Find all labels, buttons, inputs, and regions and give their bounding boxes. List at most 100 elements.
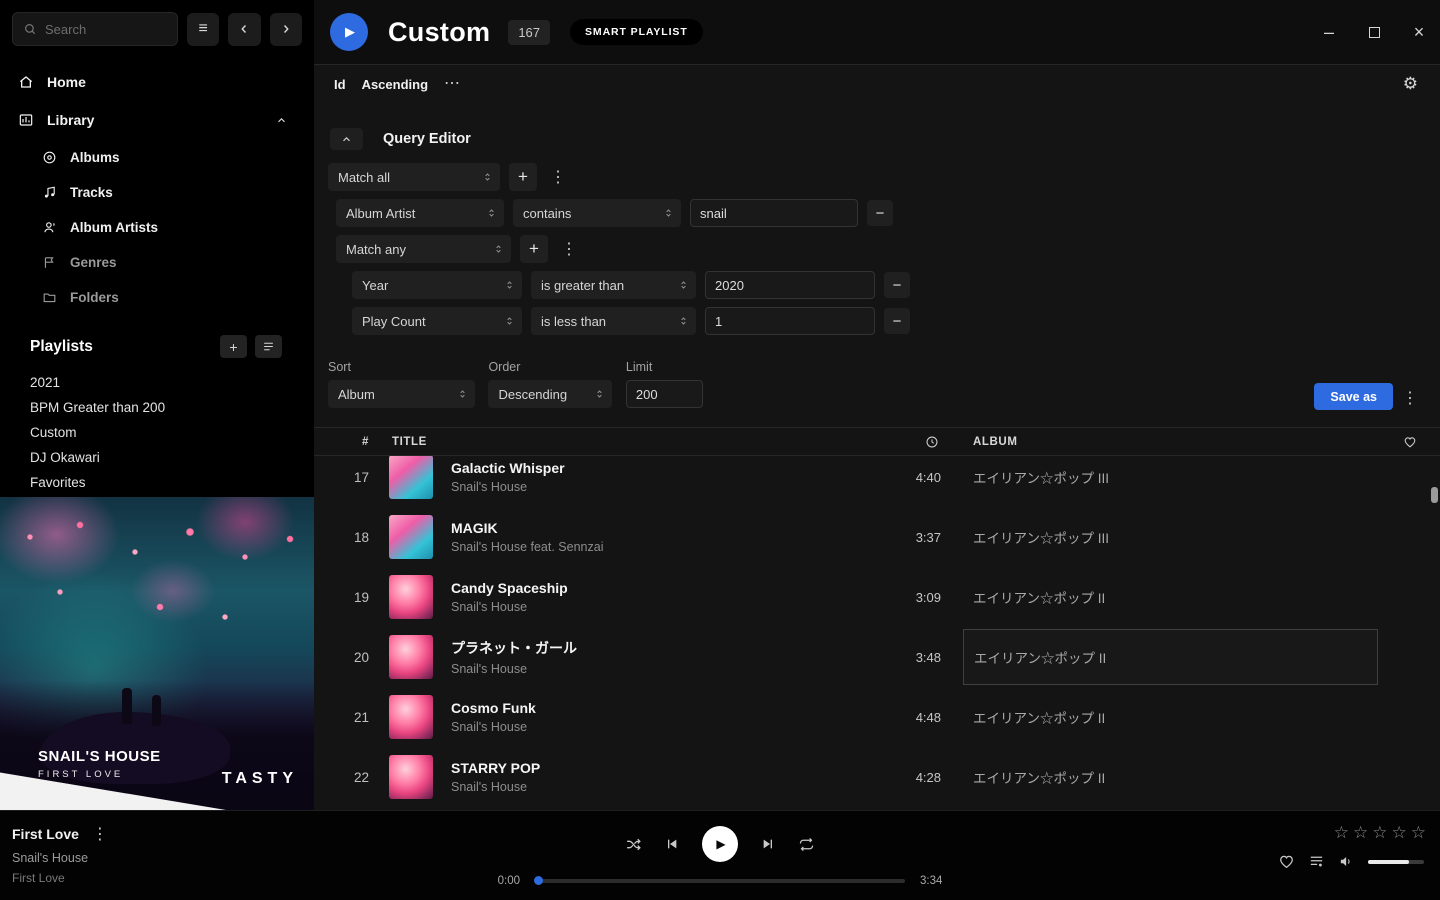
hamburger-icon: ≡ (198, 20, 207, 38)
now-playing-menu-button[interactable]: ⋮ (92, 824, 108, 844)
shuffle-button[interactable] (625, 836, 642, 853)
table-row[interactable]: 19 Candy Spaceship Snail's House 3:09 エイ… (314, 567, 1440, 627)
star-icon[interactable]: ☆ (1353, 823, 1368, 843)
rule-field-select[interactable]: Album Artist (336, 199, 504, 227)
close-button[interactable]: × (1410, 24, 1428, 42)
save-as-button[interactable]: Save as (1314, 383, 1393, 410)
favorite-cell[interactable] (1380, 507, 1440, 567)
track-album[interactable]: エイリアン☆ポップ II (947, 747, 1380, 807)
header-index[interactable]: # (314, 436, 389, 448)
settings-button[interactable]: ⚙ (1403, 74, 1418, 94)
maximize-button[interactable] (1365, 24, 1383, 42)
table-row[interactable]: 20 プラネット・ガール Snail's House 3:48 エイリアン☆ポッ… (314, 627, 1440, 687)
group-rule-value-input[interactable] (705, 271, 875, 299)
volume-slider[interactable] (1368, 860, 1424, 864)
group-menu-button[interactable]: ⋮ (557, 239, 581, 259)
add-playlist-button[interactable]: + (220, 335, 247, 358)
play-pause-button[interactable]: ▶ (702, 826, 738, 862)
table-row[interactable]: 22 STARRY POP Snail's House 4:28 エイリアン☆ポ… (314, 747, 1440, 807)
sidebar-item-home[interactable]: Home (18, 70, 296, 94)
repeat-button[interactable] (798, 836, 815, 853)
sidebar-item-albums[interactable]: Albums (42, 146, 296, 169)
track-album-focused-cell[interactable]: エイリアン☆ポップ II (963, 629, 1378, 685)
now-playing-album[interactable]: First Love (12, 871, 108, 885)
favorite-cell[interactable] (1380, 687, 1440, 747)
more-options-button[interactable]: ⋯ (444, 79, 460, 89)
sort-select[interactable]: Album (328, 380, 475, 408)
sort-field-button[interactable]: Id (334, 77, 346, 92)
sidebar-item-tracks[interactable]: Tracks (42, 181, 296, 204)
seek-handle[interactable] (534, 876, 543, 885)
group-rule-field-select[interactable]: Play Count (352, 307, 522, 335)
now-playing-title[interactable]: First Love (12, 826, 79, 842)
favorite-cell[interactable] (1380, 747, 1440, 807)
star-icon[interactable]: ☆ (1372, 823, 1387, 843)
star-icon[interactable]: ☆ (1411, 823, 1426, 843)
sidebar-item-genres[interactable]: Genres (42, 251, 296, 274)
limit-input[interactable] (626, 380, 703, 408)
favorite-cell[interactable] (1380, 567, 1440, 627)
queue-button[interactable] (1308, 853, 1325, 870)
table-row[interactable]: 21 Cosmo Funk Snail's House 4:48 エイリアン☆ポ… (314, 687, 1440, 747)
minimize-button[interactable]: – (1320, 24, 1338, 42)
table-row[interactable]: 17 Galactic Whisper Snail's House 4:40 エ… (314, 456, 1440, 507)
sidebar-item-folders[interactable]: Folders (42, 286, 296, 309)
playlists-header: Playlists + (30, 335, 282, 358)
play-playlist-button[interactable]: ▶ (330, 13, 368, 51)
group-match-type-select[interactable]: Match any (336, 235, 511, 263)
track-album[interactable]: エイリアン☆ポップ II (947, 687, 1380, 747)
sidebar-item-album-artists[interactable]: Album Artists (42, 216, 296, 239)
sidebar-item-library[interactable]: Library (18, 108, 296, 132)
track-album[interactable]: エイリアン☆ポップ II (947, 567, 1380, 627)
remove-group-rule-button[interactable]: − (884, 272, 910, 298)
playlist-item[interactable]: Favorites (30, 470, 284, 495)
album-art-thumbnail (389, 695, 433, 739)
header-duration[interactable] (887, 435, 947, 449)
save-menu-button[interactable]: ⋮ (1398, 388, 1422, 408)
back-button[interactable] (228, 13, 260, 46)
playlist-item[interactable]: 2021 (30, 370, 284, 395)
rule-menu-button[interactable]: ⋮ (546, 167, 570, 187)
volume-button[interactable] (1338, 853, 1355, 870)
next-track-button[interactable] (760, 836, 776, 852)
group-rule-operator-select[interactable]: is greater than (531, 271, 696, 299)
now-playing-artist[interactable]: Snail's House (12, 851, 108, 865)
playlist-list-button[interactable] (255, 335, 282, 358)
order-select[interactable]: Descending (488, 380, 612, 408)
header-favorite[interactable] (1380, 435, 1440, 449)
track-album[interactable]: エイリアン☆ポップ III (947, 507, 1380, 567)
playlist-item[interactable]: Custom (30, 420, 284, 445)
match-type-select[interactable]: Match all (328, 163, 500, 191)
remove-rule-button[interactable]: − (867, 200, 893, 226)
table-row[interactable]: 18 MAGIK Snail's House feat. Sennzai 3:3… (314, 507, 1440, 567)
menu-button[interactable]: ≡ (187, 13, 219, 46)
group-rule-operator-select[interactable]: is less than (531, 307, 696, 335)
group-rule-field-select[interactable]: Year (352, 271, 522, 299)
sort-order-button[interactable]: Ascending (362, 77, 428, 92)
header-title[interactable]: TITLE (389, 436, 887, 448)
favorite-button[interactable] (1278, 853, 1295, 870)
scrollbar-thumb[interactable] (1431, 487, 1438, 503)
track-album[interactable]: エイリアン☆ポップ III (947, 456, 1380, 507)
rule-operator-select[interactable]: contains (513, 199, 681, 227)
gear-icon: ⚙ (1403, 74, 1418, 93)
favorite-cell[interactable] (1380, 627, 1440, 687)
collapse-library-button[interactable] (275, 114, 288, 127)
seek-slider[interactable] (535, 879, 905, 883)
chevron-right-icon (279, 22, 293, 36)
forward-button[interactable] (270, 13, 302, 46)
star-icon[interactable]: ☆ (1392, 823, 1407, 843)
search-input[interactable] (45, 22, 167, 37)
previous-track-button[interactable] (664, 836, 680, 852)
add-group-rule-button[interactable]: + (520, 235, 548, 263)
add-rule-button[interactable]: + (509, 163, 537, 191)
collapse-query-editor-button[interactable] (330, 128, 363, 150)
remove-group-rule-button[interactable]: − (884, 308, 910, 334)
playlist-item[interactable]: BPM Greater than 200 (30, 395, 284, 420)
star-icon[interactable]: ☆ (1334, 823, 1349, 843)
header-album[interactable]: ALBUM (947, 436, 1380, 448)
rule-value-input[interactable] (690, 199, 858, 227)
chevron-updown-icon (663, 205, 674, 221)
playlist-item[interactable]: DJ Okawari (30, 445, 284, 470)
group-rule-value-input[interactable] (705, 307, 875, 335)
